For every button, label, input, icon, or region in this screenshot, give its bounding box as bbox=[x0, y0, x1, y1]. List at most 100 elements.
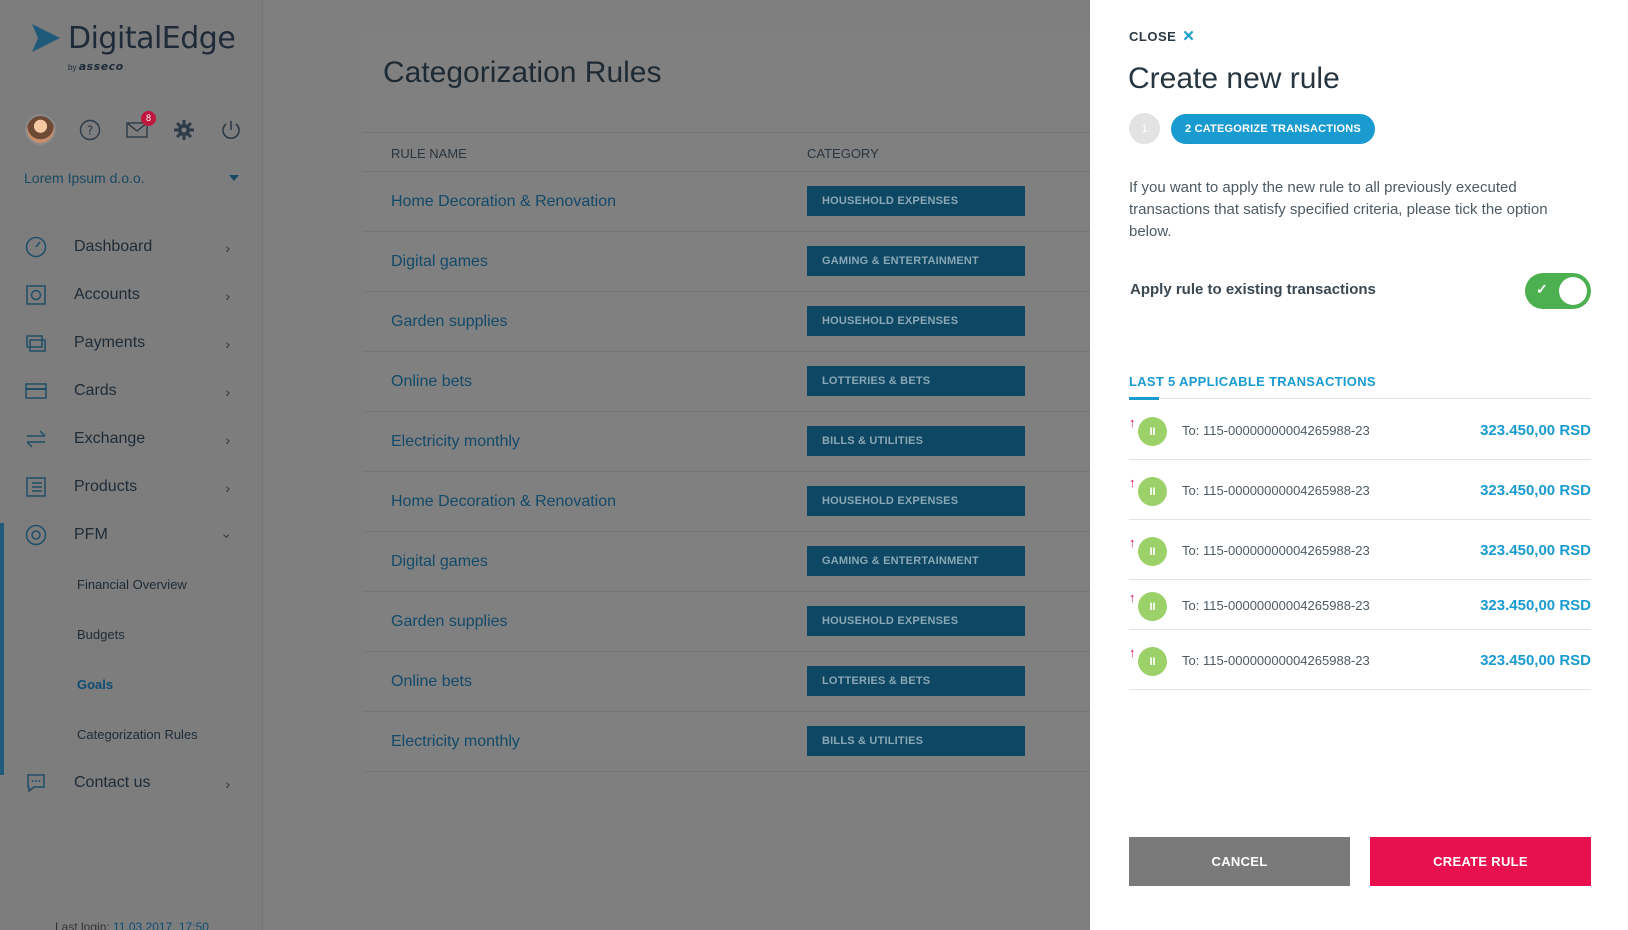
sidebar-subitem-budgets[interactable]: Budgets bbox=[0, 609, 263, 659]
table-row[interactable]: Electricity monthly BILLS & UTILITIES bbox=[363, 412, 1093, 472]
svg-text:?: ? bbox=[87, 123, 93, 137]
category-badge: BILLS & UTILITIES bbox=[807, 726, 1025, 756]
list-item[interactable]: ↑ II To: 115-00000000004265988-23 323.45… bbox=[1129, 580, 1591, 630]
table-row[interactable]: Garden supplies HOUSEHOLD EXPENSES bbox=[363, 592, 1093, 652]
sidebar: DigitalEdge by asseco ? 8 Lorem Ipsum d.… bbox=[0, 0, 263, 930]
power-icon[interactable] bbox=[218, 117, 244, 143]
sidebar-item-cards[interactable]: Cards › bbox=[0, 367, 263, 415]
sidebar-item-dashboard[interactable]: Dashboard › bbox=[0, 223, 263, 271]
chevron-right-icon: › bbox=[225, 288, 230, 304]
step-2-active: 2 CATEGORIZE TRANSACTIONS bbox=[1171, 113, 1375, 144]
rule-name[interactable]: Electricity monthly bbox=[391, 733, 520, 751]
category-badge: HOUSEHOLD EXPENSES bbox=[807, 306, 1025, 336]
sidebar-item-label: Payments bbox=[74, 334, 146, 351]
pfm-icon bbox=[24, 523, 48, 547]
list-item[interactable]: ↑ II To: 115-00000000004265988-23 323.45… bbox=[1129, 400, 1591, 460]
outgoing-arrow-icon: ↑ bbox=[1129, 415, 1136, 430]
sidebar-subitem-categorization-rules[interactable]: Categorization Rules bbox=[0, 709, 263, 759]
table-row[interactable]: Electricity monthly BILLS & UTILITIES bbox=[363, 712, 1093, 772]
rule-name[interactable]: Garden supplies bbox=[391, 313, 508, 331]
apply-rule-label: Apply rule to existing transactions bbox=[1130, 281, 1376, 298]
table-row[interactable]: Home Decoration & Renovation HOUSEHOLD EX… bbox=[363, 472, 1093, 532]
sidebar-item-label: Exchange bbox=[74, 430, 146, 447]
category-badge: GAMING & ENTERTAINMENT bbox=[807, 546, 1025, 576]
sidebar-item-label: Contact us bbox=[74, 774, 151, 791]
category-badge: BILLS & UTILITIES bbox=[807, 426, 1025, 456]
sidebar-item-label: Cards bbox=[74, 382, 117, 399]
products-icon bbox=[24, 475, 48, 499]
last-transactions-title: LAST 5 APPLICABLE TRANSACTIONS bbox=[1129, 374, 1376, 389]
rule-name[interactable]: Digital games bbox=[391, 553, 488, 571]
merchant-avatar: II bbox=[1138, 537, 1167, 566]
table-row[interactable]: Digital games GAMING & ENTERTAINMENT bbox=[363, 232, 1093, 292]
sidebar-item-label: Accounts bbox=[74, 286, 140, 303]
category-badge: HOUSEHOLD EXPENSES bbox=[807, 186, 1025, 216]
chevron-down-icon[interactable] bbox=[229, 175, 239, 181]
chevron-right-icon: › bbox=[225, 384, 230, 400]
transaction-amount: 323.450,00 RSD bbox=[1480, 422, 1591, 439]
rule-name[interactable]: Garden supplies bbox=[391, 613, 508, 631]
app-logo[interactable]: DigitalEdge by asseco bbox=[30, 21, 236, 73]
outgoing-arrow-icon: ↑ bbox=[1129, 475, 1136, 490]
category-badge: HOUSEHOLD EXPENSES bbox=[807, 486, 1025, 516]
rule-name[interactable]: Online bets bbox=[391, 373, 472, 391]
rule-name[interactable]: Home Decoration & Renovation bbox=[391, 193, 616, 211]
transaction-recipient: To: 115-00000000004265988-23 bbox=[1182, 423, 1370, 438]
rule-name[interactable]: Online bets bbox=[391, 673, 472, 691]
category-badge: LOTTERIES & BETS bbox=[807, 666, 1025, 696]
sidebar-item-payments[interactable]: Payments › bbox=[0, 319, 263, 367]
rule-name[interactable]: Home Decoration & Renovation bbox=[391, 493, 616, 511]
sidebar-item-pfm[interactable]: PFM › bbox=[0, 511, 263, 559]
sidebar-item-products[interactable]: Products › bbox=[0, 463, 263, 511]
close-icon: ✕ bbox=[1182, 28, 1196, 45]
logo-text: DigitalEdge bbox=[68, 21, 236, 56]
main-content: Categorization Rules RULE NAME CATEGORY … bbox=[363, 30, 1093, 772]
merchant-avatar: II bbox=[1138, 647, 1167, 676]
list-item[interactable]: ↑ II To: 115-00000000004265988-23 323.45… bbox=[1129, 630, 1591, 690]
transaction-recipient: To: 115-00000000004265988-23 bbox=[1182, 598, 1370, 613]
cards-icon bbox=[24, 379, 48, 403]
chevron-right-icon: › bbox=[225, 776, 230, 792]
sidebar-subitem-goals[interactable]: Goals bbox=[0, 659, 263, 709]
table-row[interactable]: Home Decoration & Renovation HOUSEHOLD EX… bbox=[363, 172, 1093, 232]
rule-name[interactable]: Electricity monthly bbox=[391, 433, 520, 451]
sidebar-item-accounts[interactable]: Accounts › bbox=[0, 271, 263, 319]
list-item[interactable]: ↑ II To: 115-00000000004265988-23 323.45… bbox=[1129, 520, 1591, 580]
outgoing-arrow-icon: ↑ bbox=[1129, 590, 1136, 605]
transaction-amount: 323.450,00 RSD bbox=[1480, 482, 1591, 499]
apply-rule-toggle[interactable]: ✓ bbox=[1525, 273, 1591, 309]
list-item[interactable]: ↑ II To: 115-00000000004265988-23 323.45… bbox=[1129, 460, 1591, 520]
sidebar-item-exchange[interactable]: Exchange › bbox=[0, 415, 263, 463]
sidebar-subitem-financial-overview[interactable]: Financial Overview bbox=[0, 559, 263, 609]
payments-icon bbox=[24, 331, 48, 355]
column-header-rule-name[interactable]: RULE NAME bbox=[391, 146, 467, 161]
rule-name[interactable]: Digital games bbox=[391, 253, 488, 271]
transaction-list: ↑ II To: 115-00000000004265988-23 323.45… bbox=[1129, 400, 1591, 690]
table-row[interactable]: Garden supplies HOUSEHOLD EXPENSES bbox=[363, 292, 1093, 352]
chat-icon bbox=[24, 771, 48, 795]
user-toolbar: ? 8 bbox=[25, 110, 244, 145]
cancel-button[interactable]: CANCEL bbox=[1129, 837, 1350, 886]
stepper: 1 2 CATEGORIZE TRANSACTIONS bbox=[1129, 113, 1375, 144]
outgoing-arrow-icon: ↑ bbox=[1129, 535, 1136, 550]
table-row[interactable]: Digital games GAMING & ENTERTAINMENT bbox=[363, 532, 1093, 592]
transaction-recipient: To: 115-00000000004265988-23 bbox=[1182, 543, 1370, 558]
help-icon[interactable]: ? bbox=[77, 117, 103, 143]
sidebar-item-label: PFM bbox=[74, 526, 108, 543]
table-row[interactable]: Online bets LOTTERIES & BETS bbox=[363, 352, 1093, 412]
sidebar-item-contact[interactable]: Contact us › bbox=[0, 759, 263, 807]
close-button[interactable]: CLOSE ✕ bbox=[1129, 27, 1195, 45]
step-1[interactable]: 1 bbox=[1129, 113, 1160, 144]
chevron-right-icon: › bbox=[225, 240, 230, 256]
table-header: RULE NAME CATEGORY bbox=[363, 132, 1093, 172]
avatar[interactable] bbox=[25, 114, 56, 145]
chevron-down-icon: › bbox=[219, 533, 236, 539]
category-badge: GAMING & ENTERTAINMENT bbox=[807, 246, 1025, 276]
gear-icon[interactable] bbox=[171, 117, 197, 143]
company-selector[interactable]: Lorem Ipsum d.o.o. bbox=[24, 170, 145, 186]
create-rule-button[interactable]: CREATE RULE bbox=[1370, 837, 1591, 886]
logo-icon bbox=[32, 24, 60, 52]
mail-icon[interactable]: 8 bbox=[124, 110, 156, 143]
table-row[interactable]: Online bets LOTTERIES & BETS bbox=[363, 652, 1093, 712]
column-header-category[interactable]: CATEGORY bbox=[807, 146, 879, 161]
